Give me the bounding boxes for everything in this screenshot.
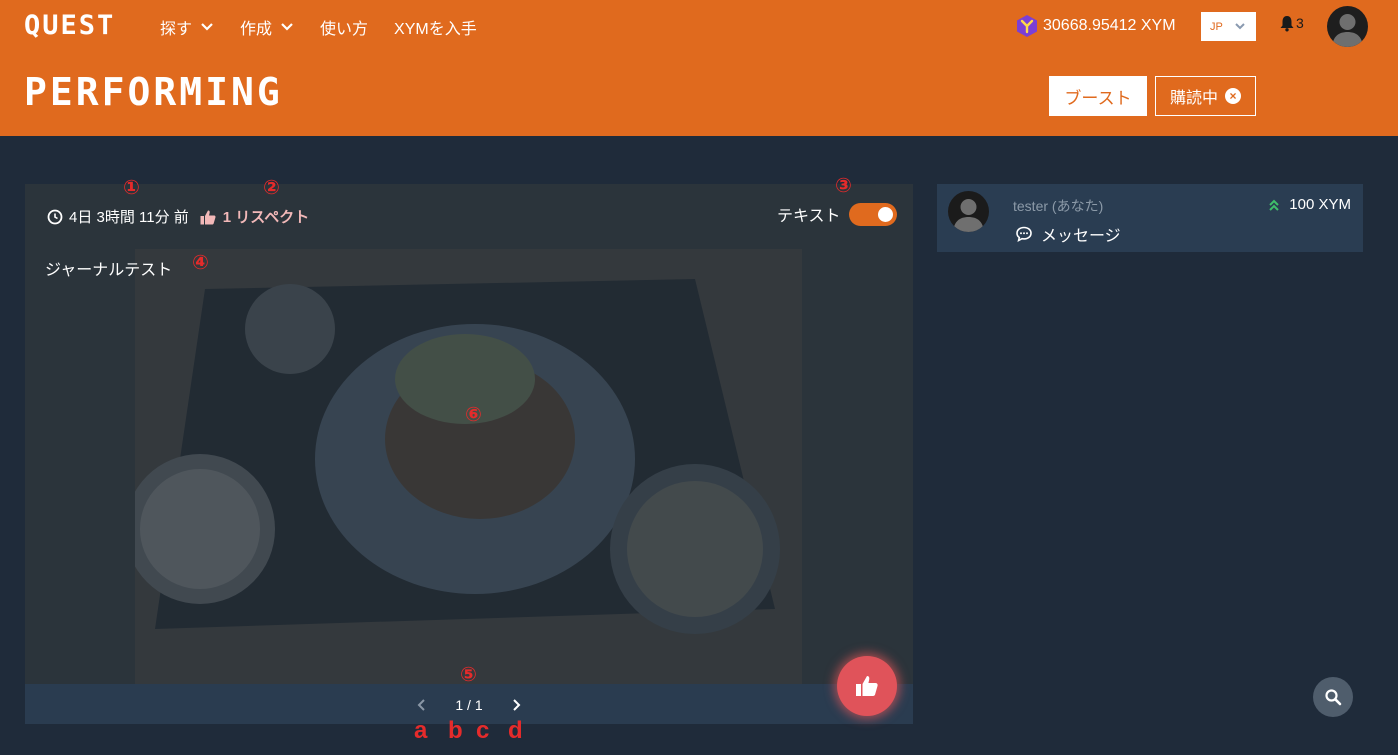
balance-value: 30668.95412 XYM (1043, 17, 1176, 34)
chevron-down-icon (281, 23, 293, 31)
symbol-token-icon (1017, 15, 1037, 37)
nav-create-label: 作成 (240, 21, 273, 38)
language-value: JP (1210, 20, 1223, 33)
like-button[interactable] (837, 656, 897, 716)
subscribing-button[interactable]: 購読中 × (1155, 76, 1256, 116)
respect-count[interactable]: 1 リスペクト (199, 206, 309, 227)
chevron-left-icon[interactable] (415, 698, 429, 712)
message-link[interactable]: メッセージ (1015, 222, 1121, 246)
search-icon (1325, 689, 1342, 706)
amount-value: 100 XYM (1289, 196, 1351, 213)
time-ago: 4日 3時間 11分 前 (69, 209, 189, 226)
journal-card: 4日 3時間 11分 前 1 リスペクト テキスト ジャーナルテスト 1 / 1 (25, 184, 913, 724)
nav-get-xym-label: XYMを入手 (394, 21, 477, 38)
annotation-6: ⑥ (465, 404, 482, 426)
user-silhouette-icon (1332, 14, 1363, 47)
pager-count: 1 / 1 (455, 697, 483, 713)
supporter-avatar[interactable] (948, 191, 989, 232)
annotation-d: d (508, 717, 523, 744)
annotation-b: b (448, 717, 463, 744)
chevron-down-icon (1235, 23, 1245, 30)
supporter-name[interactable]: tester (あなた) (1013, 196, 1103, 216)
nav-how-to[interactable]: 使い方 (320, 16, 368, 38)
message-label: メッセージ (1041, 228, 1121, 245)
annotation-c: c (476, 717, 490, 744)
annotation-2: ② (263, 177, 280, 199)
text-toggle-label: テキスト (777, 208, 841, 225)
notification-count: 3 (1296, 15, 1304, 31)
close-circle-icon: × (1225, 88, 1241, 104)
user-silhouette-icon (953, 199, 984, 232)
thumbs-up-icon (200, 210, 216, 224)
annotation-a: a (414, 717, 428, 744)
wallet-balance[interactable]: 30668.95412 XYM (1015, 14, 1176, 38)
nav-explore-label: 探す (160, 21, 193, 38)
nav-explore[interactable]: 探す (160, 16, 214, 38)
notifications[interactable]: 3 (1278, 14, 1304, 32)
toggle-knob (877, 206, 893, 222)
boost-button[interactable]: ブースト (1049, 76, 1147, 116)
subscribing-label: 購読中 (1169, 90, 1218, 107)
chat-bubble-icon (1016, 226, 1032, 243)
clock-icon (47, 209, 63, 224)
quest-logo[interactable]: QUEST (24, 10, 115, 41)
thumbs-up-icon (856, 676, 878, 696)
text-toggle-group: テキスト (777, 202, 897, 226)
respect-label: 1 リスペクト (222, 209, 310, 226)
journal-text: ジャーナルテスト (45, 262, 173, 279)
main-nav: 探す 作成 使い方 XYMを入手 (160, 16, 503, 38)
image-pager: 1 / 1 (25, 694, 913, 716)
annotation-5: ⑤ (460, 664, 477, 686)
top-header: QUEST 探す 作成 使い方 XYMを入手 30668.95412 XYM J… (0, 0, 1398, 136)
chevron-down-icon (201, 23, 213, 31)
annotation-3: ③ (835, 175, 852, 197)
supporter-amount: 100 XYM (1267, 196, 1351, 213)
language-select[interactable]: JP (1201, 12, 1256, 41)
annotation-4: ④ (192, 252, 209, 274)
chevron-right-icon[interactable] (509, 698, 523, 712)
user-avatar[interactable] (1327, 6, 1368, 47)
annotation-1: ① (123, 177, 140, 199)
supporter-panel: tester (あなた) 100 XYM メッセージ (937, 184, 1363, 252)
bell-icon (1280, 16, 1294, 32)
search-button[interactable] (1313, 677, 1353, 717)
nav-get-xym[interactable]: XYMを入手 (394, 16, 477, 38)
nav-how-to-label: 使い方 (320, 21, 369, 38)
double-chevron-up-icon (1269, 199, 1280, 211)
page-title: PERFORMING (24, 70, 283, 114)
text-toggle[interactable] (848, 202, 897, 226)
journal-meta: 4日 3時間 11分 前 1 リスペクト (47, 206, 309, 227)
nav-create[interactable]: 作成 (240, 16, 294, 38)
